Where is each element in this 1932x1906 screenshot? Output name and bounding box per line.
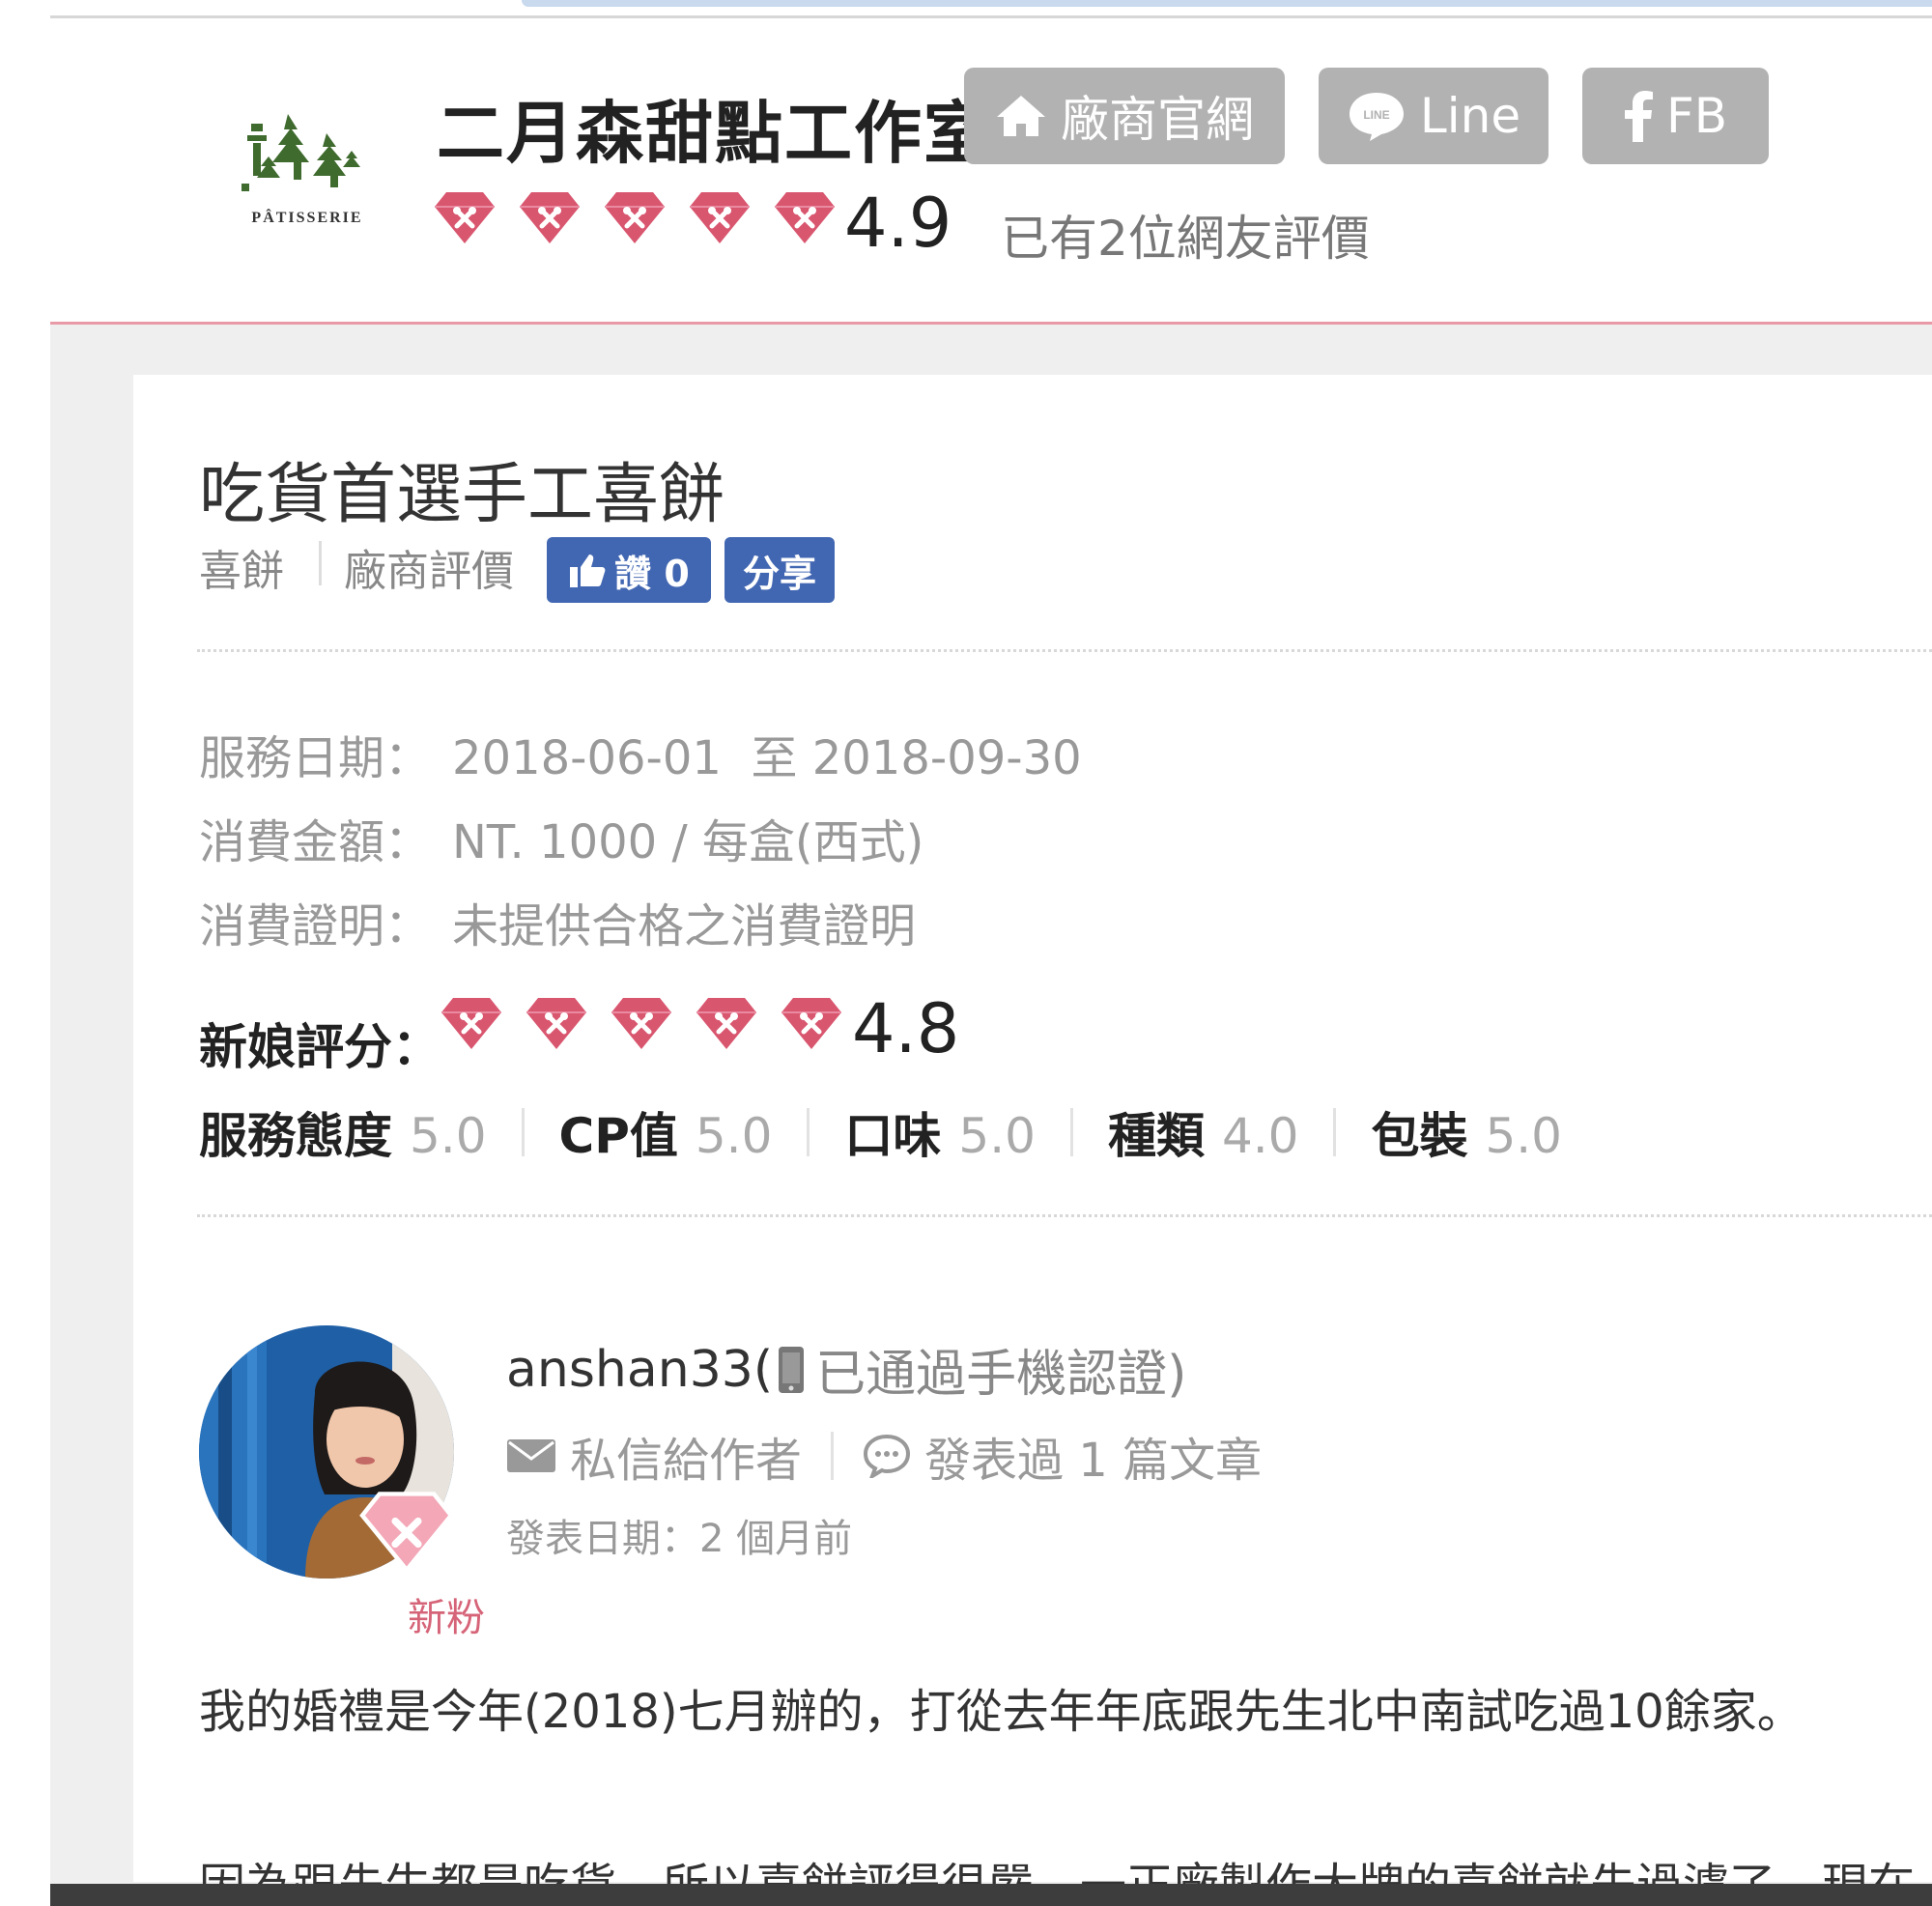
author-name-line: anshan33( 已通過手機認證) [506,1333,1186,1406]
thumbs-up-icon [570,555,606,587]
diamond-icon [518,189,582,245]
author-posts-link[interactable]: 發表過 1 篇文章 [863,1422,1262,1490]
message-author-label: 私信給作者 [570,1434,803,1488]
bride-rating-score: 4.8 [852,989,960,1068]
subrating-item: CP值 5.0 [559,1097,773,1167]
review-body-paragraph: 我的婚禮是今年(2018)七月辦的，打從去年年底跟先生北中南試吃過10餘家。 [199,1685,1804,1739]
facebook-icon [1624,91,1653,142]
section-divider [197,1214,1932,1217]
facebook-button[interactable]: FB [1582,68,1769,164]
vendor-website-button[interactable]: 廠商官網 [964,68,1285,164]
verification-label: 已通過手機認證) [815,1346,1187,1404]
phone-icon [779,1346,805,1393]
diamond-icon [773,189,837,245]
action-separator [831,1432,835,1480]
subrating-item: 包裝 5.0 [1371,1097,1562,1167]
message-author-link[interactable]: 私信給作者 [506,1422,802,1490]
line-label: Line [1419,88,1521,144]
category-separator [319,541,322,585]
subrating-value: 5.0 [410,1108,487,1164]
line-button[interactable]: LINE Line [1319,68,1548,164]
subrating-item: 種類 4.0 [1108,1097,1299,1167]
subrating-value: 5.0 [1485,1108,1562,1164]
vendor-rating-score: 4.9 [844,184,952,263]
subrating-name: 包裝 [1371,1108,1468,1164]
diamond-icon [440,995,503,1051]
amount-label: 消費金額： [199,815,432,869]
envelope-icon [507,1439,555,1472]
subrating-separator [807,1108,810,1156]
review-count[interactable]: 已有2位網友評價 [1001,200,1370,270]
diamond-icon [780,995,843,1051]
subrating-value: 4.0 [1221,1108,1299,1164]
diamond-icon [433,189,497,245]
vendor-name[interactable]: 二月森甜點工作室 [437,79,993,177]
article-title: 吃貨首選手工喜餅 [199,457,725,533]
proof-value: 未提供合格之消費證明 [452,899,917,953]
bottom-bar [50,1884,1932,1906]
subrating-separator [1069,1108,1073,1156]
subrating-separator [521,1108,525,1156]
proof-label: 消費證明： [199,899,432,953]
category-link[interactable]: 喜餅 [199,536,284,598]
subrating-name: CP值 [558,1108,678,1164]
subrating-separator [1333,1108,1337,1156]
facebook-label: FB [1665,88,1728,144]
service-date-value: 2018-06-01 至 2018-09-30 [452,731,1082,785]
post-date: 發表日期：2 個月前 [506,1517,853,1561]
amount-value: NT. 1000 / 每盒(西式) [452,815,924,869]
service-date-row: 服務日期： 2018-06-01 至 2018-09-30 [199,720,1082,787]
bride-rating-label: 新娘評分： [199,1019,440,1075]
fb-like-label: 讚 0 [614,552,690,595]
author-level: 新粉 [408,1596,485,1640]
review-type-link[interactable]: 廠商評價 [344,536,514,598]
logo-tree-icon: PÂTISSERIE [242,114,362,226]
subrating-item: 口味 5.0 [844,1097,1036,1167]
top-divider [50,15,1932,18]
home-icon [997,96,1045,136]
bride-rating-gems [440,995,865,1051]
vendor-rating-gems [433,189,858,245]
section-divider [197,649,1932,652]
subratings: 服務態度 5.0 CP值 5.0 口味 5.0 種類 4.0 包裝 5.0 [199,1097,1562,1167]
author-posts-label: 發表過 1 篇文章 [924,1434,1263,1488]
diamond-icon [525,995,588,1051]
subrating-item: 服務態度 5.0 [199,1097,487,1167]
vendor-logo[interactable]: PÂTISSERIE [230,95,384,235]
comment-icon [864,1434,911,1478]
diamond-icon [695,995,758,1051]
author-username[interactable]: anshan33( [506,1341,773,1399]
subrating-name: 種類 [1107,1108,1205,1164]
subrating-value: 5.0 [958,1108,1036,1164]
fb-share-button[interactable]: 分享 [724,537,835,603]
phone-verification: 已通過手機認證) [773,1333,1186,1406]
amount-row: 消費金額： NT. 1000 / 每盒(西式) [199,804,923,871]
subrating-name: 服務態度 [199,1108,392,1164]
fb-like-button[interactable]: 讚 0 [547,537,711,603]
vendor-website-label: 廠商官網 [1061,92,1254,148]
proof-row: 消費證明： 未提供合格之消費證明 [199,888,916,955]
level-badge-icon [359,1492,454,1573]
svg-text:PÂTISSERIE: PÂTISSERIE [251,208,362,226]
header-accent-line [50,322,1932,325]
diamond-icon [603,189,667,245]
browser-tab-strip [522,0,1932,7]
review-body-paragraph-cut: 因為跟先生都是吃貨，所以喜餅評得很嚴，一正廠製作大牌的喜餅就先過濾了，現在 [199,1857,1915,1884]
diamond-icon [688,189,752,245]
line-chat-icon: LINE [1349,93,1404,141]
diamond-icon [610,995,673,1051]
author-actions: 私信給作者 發表過 1 篇文章 [506,1422,1262,1490]
service-date-label: 服務日期： [199,731,432,785]
svg-text:LINE: LINE [1363,108,1389,122]
subrating-name: 口味 [844,1108,942,1164]
subrating-value: 5.0 [695,1108,773,1164]
